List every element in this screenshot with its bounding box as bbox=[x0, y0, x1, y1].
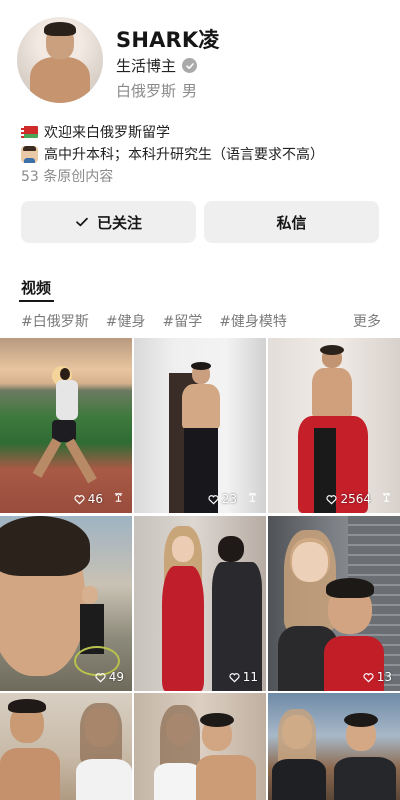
heart-icon bbox=[363, 672, 374, 682]
message-label: 私信 bbox=[276, 213, 307, 232]
video-thumbnail[interactable]: 46 bbox=[0, 338, 132, 513]
collection-icon bbox=[382, 492, 391, 502]
video-thumbnail[interactable]: 23 bbox=[134, 338, 266, 513]
video-thumbnail[interactable]: 2564 bbox=[268, 338, 400, 513]
following-label: 已关注 bbox=[96, 213, 142, 232]
bio: 欢迎来白俄罗斯留学 高中升本科；本科升研究生（语言要求不高） 53 条原创内容 bbox=[21, 121, 386, 186]
tag-item[interactable]: #健身 bbox=[106, 311, 146, 331]
bio-text-1: 欢迎来白俄罗斯留学 bbox=[44, 125, 170, 141]
original-content-count: 53 条原创内容 bbox=[21, 169, 114, 185]
like-count: 49 bbox=[108, 670, 124, 684]
profile-role: 生活博主 bbox=[116, 57, 177, 75]
tag-item[interactable]: #白俄罗斯 bbox=[21, 311, 89, 331]
video-grid: 46 23 2564 49 11 13 bbox=[0, 338, 400, 800]
tags-more-button[interactable]: 更多 bbox=[353, 311, 381, 331]
bio-text-2: 高中升本科；本科升研究生（语言要求不高） bbox=[44, 147, 324, 163]
collection-icon bbox=[114, 492, 123, 502]
video-stats: 46 bbox=[74, 492, 124, 506]
video-stats: 11 bbox=[229, 670, 258, 684]
bio-line-1: 欢迎来白俄罗斯留学 bbox=[21, 121, 386, 143]
video-stats: 23 bbox=[208, 492, 258, 506]
bio-line-2: 高中升本科；本科升研究生（语言要求不高） bbox=[21, 143, 386, 165]
video-thumbnail[interactable] bbox=[0, 693, 132, 800]
like-count: 13 bbox=[376, 670, 392, 684]
heart-icon bbox=[95, 672, 106, 682]
video-thumbnail[interactable]: 49 bbox=[0, 516, 132, 691]
heart-icon bbox=[326, 494, 338, 504]
profile-header: SHARK凌 生活博主 白俄罗斯 男 bbox=[0, 0, 400, 110]
like-count: 2564 bbox=[340, 492, 371, 506]
like-count: 46 bbox=[87, 492, 103, 506]
avatar[interactable] bbox=[17, 17, 103, 103]
heart-icon bbox=[208, 494, 219, 504]
belarus-flag-icon bbox=[21, 126, 38, 138]
profile-gender: 男 bbox=[182, 82, 198, 100]
collection-icon bbox=[248, 492, 257, 502]
tag-item[interactable]: #留学 bbox=[162, 311, 202, 331]
heart-icon bbox=[229, 672, 240, 682]
message-button[interactable]: 私信 bbox=[204, 201, 379, 243]
video-thumbnail[interactable] bbox=[268, 693, 400, 800]
following-button[interactable]: 已关注 bbox=[21, 201, 196, 243]
verified-icon bbox=[182, 58, 198, 73]
video-stats: 49 bbox=[95, 670, 124, 684]
role-row: 生活博主 bbox=[116, 55, 198, 76]
tag-item[interactable]: #健身模特 bbox=[219, 311, 287, 331]
like-count: 23 bbox=[221, 492, 237, 506]
location-row: 白俄罗斯 男 bbox=[116, 80, 197, 101]
profile-name: SHARK凌 bbox=[116, 28, 220, 52]
tab-videos[interactable]: 视频 bbox=[21, 277, 51, 298]
profile-location: 白俄罗斯 bbox=[116, 82, 177, 100]
student-emoji-icon bbox=[21, 145, 38, 163]
video-thumbnail[interactable]: 13 bbox=[268, 516, 400, 691]
tab-underline bbox=[19, 300, 54, 302]
video-stats: 13 bbox=[363, 670, 392, 684]
checkmark-icon bbox=[76, 217, 88, 227]
heart-icon bbox=[74, 494, 85, 504]
video-stats: 2564 bbox=[326, 492, 392, 506]
video-thumbnail[interactable]: 11 bbox=[134, 516, 266, 691]
like-count: 11 bbox=[242, 670, 258, 684]
video-thumbnail[interactable] bbox=[134, 693, 266, 800]
tag-bar: #白俄罗斯 #健身 #留学 #健身模特 更多 bbox=[21, 311, 381, 331]
